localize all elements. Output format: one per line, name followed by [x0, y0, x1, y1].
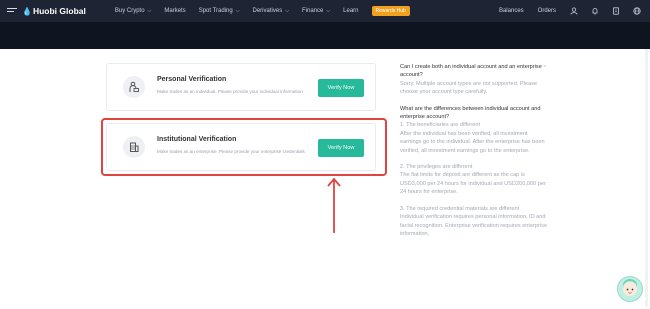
- chevron-down-icon: ⌵: [147, 8, 152, 14]
- arrow-up-icon: [327, 177, 341, 233]
- chevron-down-icon: ⌵: [326, 8, 331, 14]
- bell-icon[interactable]: [591, 7, 599, 15]
- brand-logo[interactable]: 💧 Huobi Global: [22, 6, 86, 16]
- faq-answer: After the individual has been verified, …: [400, 130, 545, 154]
- faq-question: Can I create both an individual account …: [400, 64, 542, 79]
- nav-item-label: Learn: [343, 8, 359, 14]
- nav-right: Balances Orders: [499, 0, 650, 22]
- flame-icon: 💧: [22, 6, 32, 16]
- highlight-box: [101, 118, 387, 176]
- top-nav: 💧 Huobi Global Buy Crypto ⌵ Markets Spot…: [0, 0, 650, 22]
- faq-answer: The fiat limits for deposit are differen…: [400, 172, 546, 196]
- nav-item-learn[interactable]: Learn: [343, 8, 358, 14]
- user-icon[interactable]: [570, 7, 578, 15]
- chevron-down-icon: ⌵: [235, 8, 240, 14]
- support-avatar-icon[interactable]: [617, 276, 643, 302]
- person-icon: [123, 76, 145, 98]
- nav-item-finance[interactable]: Finance ⌵: [302, 8, 330, 14]
- nav-item-label: Markets: [164, 8, 186, 14]
- nav-item-label: Buy Crypto: [114, 8, 145, 14]
- faq-answer-heading: 1. The beneficiaries are different: [400, 122, 481, 129]
- menu-icon[interactable]: [7, 8, 17, 14]
- faq-answer: Individual verification requires persona…: [400, 214, 548, 237]
- rewards-hub-button[interactable]: Rewards Hub: [371, 6, 410, 16]
- verify-now-button[interactable]: Verify Now: [318, 79, 364, 97]
- scrollbar[interactable]: [645, 49, 648, 307]
- faq-answer: Sorry. Multiple account types are not su…: [400, 80, 538, 96]
- brand-name: Huobi Global: [32, 6, 86, 16]
- chevron-down-icon: ⌵: [285, 8, 289, 14]
- globe-icon[interactable]: [633, 7, 641, 15]
- faq-panel: ⌃ Can I create both an individual accoun…: [400, 63, 550, 238]
- orders-link[interactable]: Orders: [538, 8, 556, 14]
- faq-answer-heading: 3. The required credential materials are…: [400, 205, 520, 212]
- nav-item-derivatives[interactable]: Derivatives ⌵: [253, 8, 289, 14]
- nav-item-label: Finance: [302, 8, 324, 14]
- nav-item-spot-trading[interactable]: Spot Trading ⌵: [199, 8, 240, 14]
- faq-answer-heading: 2. The privileges are different: [400, 164, 473, 171]
- nav-item-label: Derivatives: [252, 8, 283, 14]
- header-band: [0, 22, 650, 49]
- balances-link[interactable]: Balances: [499, 8, 524, 14]
- card-title: Personal Verification: [157, 76, 227, 83]
- nav-item-markets[interactable]: Markets: [164, 8, 185, 14]
- nav-item-label: Spot Trading: [198, 8, 233, 14]
- card-description: Make trades as an individual. Please pro…: [157, 89, 303, 94]
- nav-item-buy-crypto[interactable]: Buy Crypto ⌵: [115, 8, 151, 14]
- personal-verification-card: Personal Verification Make trades as an …: [106, 63, 376, 111]
- nav-links: Buy Crypto ⌵ Markets Spot Trading ⌵ Deri…: [115, 6, 410, 16]
- download-icon[interactable]: [612, 7, 620, 15]
- faq-question: What are the differences between individ…: [400, 105, 541, 121]
- chevron-up-icon[interactable]: ⌃: [543, 64, 547, 72]
